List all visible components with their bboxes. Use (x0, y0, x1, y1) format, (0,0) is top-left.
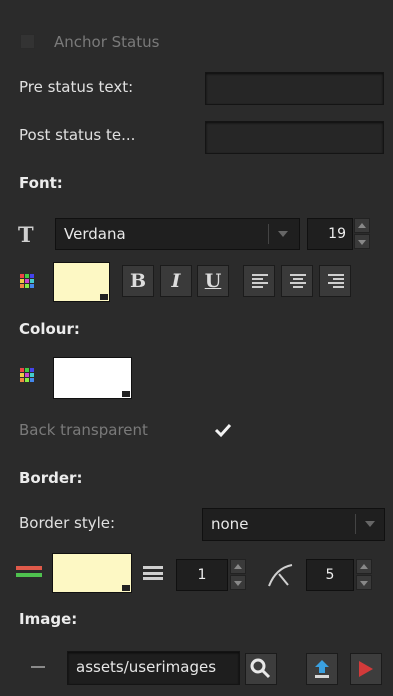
border-style-value: none (211, 515, 249, 533)
image-path-input[interactable]: assets/userimages (67, 651, 240, 685)
align-right-icon (328, 274, 344, 289)
font-section-title: Font: (19, 174, 63, 192)
anchor-status-checkbox[interactable] (20, 34, 35, 49)
bold-button[interactable]: B (122, 265, 154, 297)
border-style-select[interactable]: none (202, 508, 385, 541)
upload-button[interactable] (306, 653, 338, 685)
select-divider (268, 224, 269, 244)
chevron-down-icon (278, 231, 288, 237)
image-section-title: Image: (19, 610, 78, 628)
delete-button[interactable] (350, 653, 382, 685)
increment-icon[interactable] (354, 218, 370, 233)
italic-button[interactable]: I (160, 265, 192, 297)
border-color-swatch[interactable] (52, 553, 132, 593)
anchor-status-label: Anchor Status (54, 33, 160, 51)
font-family-select[interactable]: Verdana (55, 218, 300, 250)
align-center-icon (290, 274, 306, 289)
minus-icon[interactable] (31, 666, 45, 668)
align-center-button[interactable] (281, 265, 313, 297)
font-size-input[interactable]: 19 (307, 218, 353, 250)
border-width-stepper[interactable] (230, 559, 246, 591)
align-left-button[interactable] (243, 265, 275, 297)
dropdown-corner-icon (122, 585, 130, 591)
delete-icon (359, 661, 373, 677)
font-size-stepper[interactable] (354, 218, 370, 250)
color-palette-icon (20, 274, 34, 288)
post-status-label: Post status te... (19, 126, 136, 144)
increment-icon[interactable] (230, 559, 246, 574)
border-width-input[interactable]: 1 (176, 559, 228, 591)
align-right-button[interactable] (319, 265, 351, 297)
checkmark-icon (214, 423, 232, 438)
upload-icon (315, 660, 329, 678)
border-section-title: Border: (19, 469, 83, 487)
decrement-icon[interactable] (230, 575, 246, 590)
back-transparent-label: Back transparent (19, 421, 148, 439)
font-color-swatch[interactable] (53, 262, 110, 302)
chevron-down-icon (365, 521, 375, 527)
select-divider (355, 514, 356, 534)
align-left-icon (252, 274, 268, 289)
dropdown-corner-icon (100, 294, 108, 300)
border-radius-icon (266, 560, 296, 590)
colour-swatch[interactable] (53, 357, 132, 399)
pre-status-input[interactable] (205, 72, 384, 105)
decrement-icon[interactable] (356, 575, 372, 590)
color-palette-icon (20, 368, 34, 382)
border-color-icon (16, 566, 42, 582)
colour-section-title: Colour: (19, 320, 80, 338)
font-family-value: Verdana (64, 225, 126, 243)
border-radius-stepper[interactable] (356, 559, 372, 591)
magnifier-button[interactable] (245, 653, 277, 685)
underline-button[interactable]: U (197, 265, 229, 297)
font-T-icon: T (18, 222, 34, 247)
increment-icon[interactable] (356, 559, 372, 574)
image-path-value: assets/userimages (76, 658, 217, 676)
search-icon (250, 658, 271, 679)
border-width-icon (143, 566, 163, 580)
dropdown-corner-icon (122, 391, 130, 397)
border-radius-input[interactable]: 5 (306, 559, 354, 591)
border-style-label: Border style: (19, 514, 116, 532)
decrement-icon[interactable] (354, 234, 370, 249)
pre-status-label: Pre status text: (19, 78, 134, 96)
back-transparent-checkbox[interactable] (214, 422, 232, 438)
post-status-input[interactable] (205, 121, 384, 154)
